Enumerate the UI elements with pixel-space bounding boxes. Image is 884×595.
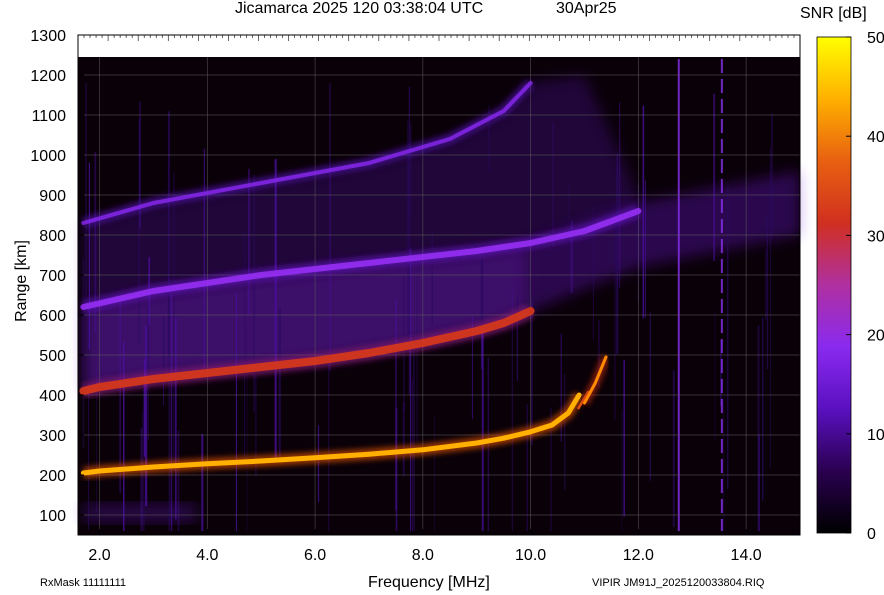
colorbar-gradient (816, 36, 852, 534)
x-tick-label: 14.0 (731, 547, 762, 564)
colorbar: 0 10 20 30 40 50 (816, 30, 884, 543)
y-tick-label: 400 (39, 388, 66, 405)
y-tick-label: 200 (39, 468, 66, 485)
x-tick-label: 2.0 (88, 547, 110, 564)
y-ticks: 100 200 300 400 500 600 700 800 900 1000 1100 1200 1… (30, 28, 84, 525)
colorbar-tick-label: 0 (867, 526, 876, 543)
y-tick-label: 800 (39, 228, 66, 245)
colorbar-tick-label: 20 (867, 328, 884, 345)
y-tick-label: 500 (39, 348, 66, 365)
x-tick-label: 8.0 (412, 547, 434, 564)
x-tick-label: 6.0 (304, 547, 326, 564)
x-tick-label: 12.0 (623, 547, 654, 564)
y-tick-label: 900 (39, 188, 66, 205)
colorbar-tick-label: 10 (867, 427, 884, 444)
y-tick-label: 700 (39, 268, 66, 285)
y-tick-label: 1200 (30, 68, 66, 85)
colorbar-tick-label: 30 (867, 228, 884, 245)
colorbar-tick-label: 40 (867, 129, 884, 146)
y-tick-label: 100 (39, 508, 66, 525)
y-tick-label: 600 (39, 308, 66, 325)
y-tick-label: 300 (39, 428, 66, 445)
y-tick-label: 1000 (30, 148, 66, 165)
x-tick-label: 10.0 (515, 547, 546, 564)
x-tick-label: 4.0 (196, 547, 218, 564)
haze-low (83, 503, 197, 523)
ionogram-chart: 2.0 4.0 6.0 8.0 10.0 12.0 14.0 100200300400500… (30, 28, 884, 564)
y-tick-label: 1300 (30, 28, 66, 45)
y-tick-label: 1100 (32, 108, 67, 125)
colorbar-tick-label: 50 (867, 30, 884, 47)
